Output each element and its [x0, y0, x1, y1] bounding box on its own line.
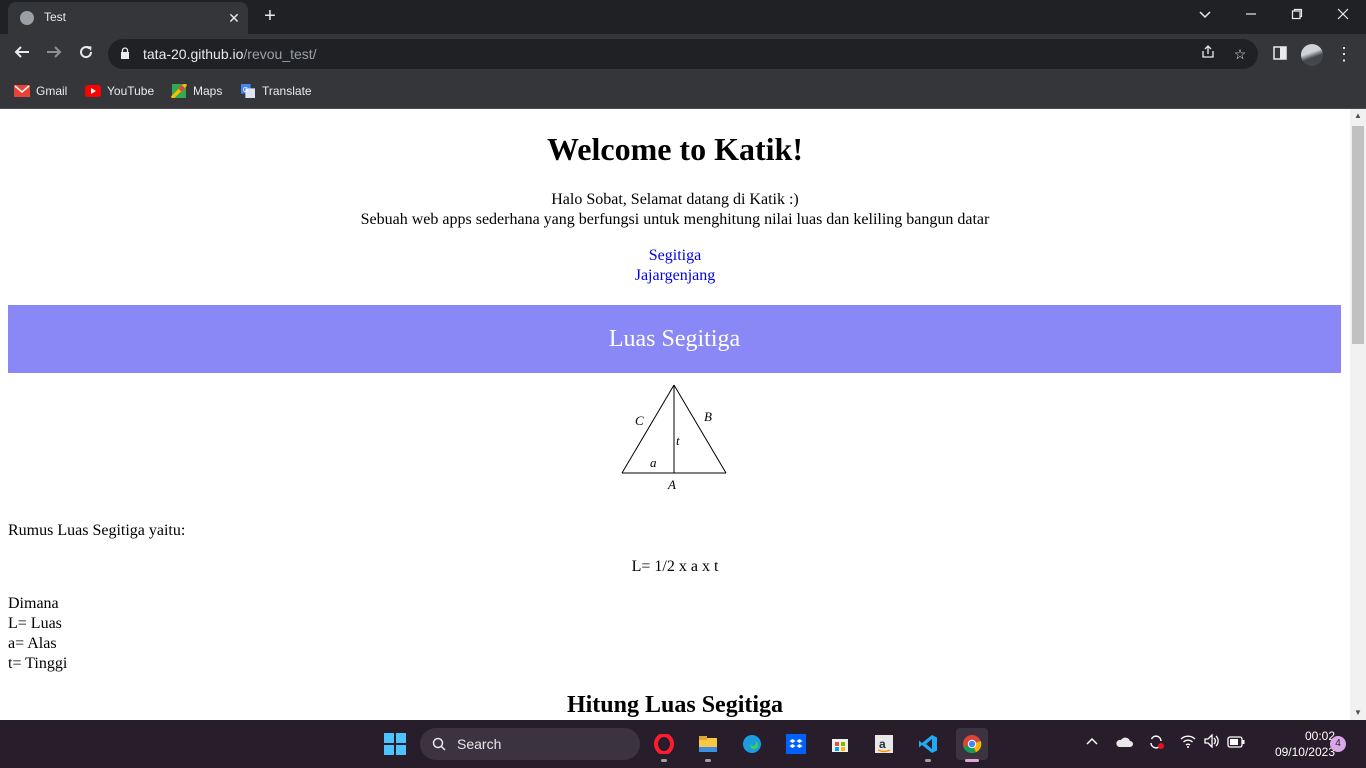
browser-tab[interactable]: Test ✕: [8, 2, 248, 34]
link-segitiga[interactable]: Segitiga: [649, 247, 701, 264]
triangle-side-c: [621, 384, 675, 474]
maps-icon: [171, 84, 187, 98]
system-clock[interactable]: 00:02 09/10/2023: [1255, 728, 1335, 760]
opera-icon[interactable]: [648, 728, 680, 762]
bookmark-maps[interactable]: Maps: [171, 82, 222, 100]
translate-icon: G: [241, 84, 255, 98]
taskbar-search[interactable]: Search: [420, 728, 640, 760]
taskbar: Search a 00:02 09/10/2023 4: [0, 720, 1366, 768]
search-icon: [432, 737, 446, 751]
bookmark-star-icon[interactable]: ☆: [1230, 44, 1250, 64]
tab-search-icon[interactable]: [1182, 0, 1228, 30]
page-viewport: Welcome to Katik! Halo Sobat, Selamat da…: [0, 109, 1350, 720]
reload-icon[interactable]: [72, 40, 100, 68]
tab-strip: Test ✕ +: [0, 0, 1366, 34]
onedrive-icon[interactable]: [1114, 734, 1134, 754]
url-path: /revou_test/: [243, 46, 317, 62]
svg-text:G: G: [243, 87, 248, 94]
label-base-a: A: [667, 477, 676, 492]
bookmark-label: Gmail: [36, 84, 68, 98]
amazon-icon[interactable]: a: [868, 728, 900, 760]
back-icon[interactable]: [8, 40, 36, 68]
bookmark-youtube[interactable]: YouTube: [85, 82, 154, 100]
share-icon[interactable]: [1198, 44, 1218, 64]
notification-badge[interactable]: 4: [1330, 736, 1346, 752]
battery-icon[interactable]: [1226, 734, 1246, 754]
svg-text:a: a: [879, 737, 886, 751]
link-jajargenjang[interactable]: Jajargenjang: [635, 267, 716, 284]
profile-avatar[interactable]: [1301, 44, 1323, 66]
url-domain: tata-20.github.io: [143, 46, 244, 62]
tab-title: Test: [44, 10, 67, 24]
browser-toolbar: tata-20.github.io/revou_test/ ☆ ⋮: [0, 34, 1366, 74]
intro-line-1: Halo Sobat, Selamat datang di Katik :): [551, 191, 799, 208]
lock-icon[interactable]: [120, 47, 130, 59]
restore-icon[interactable]: [1274, 0, 1320, 30]
intro-text: Halo Sobat, Selamat datang di Katik :) S…: [0, 190, 1350, 230]
wifi-icon[interactable]: [1178, 734, 1198, 754]
bookmarks-bar: Gmail YouTube Maps G Translate: [0, 74, 1366, 109]
volume-icon[interactable]: [1202, 733, 1222, 754]
minimize-icon[interactable]: [1228, 0, 1274, 30]
sync-icon[interactable]: [1146, 734, 1166, 754]
calc-heading: Hitung Luas Segitiga: [566, 692, 784, 718]
address-bar[interactable]: tata-20.github.io/revou_test/ ☆: [108, 39, 1258, 69]
forward-icon[interactable]: [40, 40, 68, 68]
gmail-icon: [14, 85, 30, 97]
url-text[interactable]: tata-20.github.io/revou_test/: [143, 46, 317, 62]
definition-item: Dimana: [8, 595, 59, 612]
bookmark-label: Translate: [262, 84, 312, 98]
scroll-thumb[interactable]: [1352, 126, 1364, 344]
windows-start-icon[interactable]: [384, 733, 406, 755]
definition-item: L= Luas: [8, 615, 62, 632]
search-label: Search: [457, 736, 502, 752]
side-panel-icon[interactable]: [1266, 40, 1294, 68]
clock-time: 00:02: [1304, 729, 1335, 743]
menu-kebab-icon[interactable]: ⋮: [1330, 40, 1358, 68]
chrome-icon[interactable]: [956, 728, 988, 762]
youtube-icon: [85, 85, 101, 97]
edge-icon[interactable]: [736, 728, 768, 760]
globe-icon: [20, 11, 34, 25]
vscode-icon[interactable]: [912, 728, 944, 762]
clock-date: 09/10/2023: [1274, 745, 1335, 759]
bookmark-label: YouTube: [107, 84, 155, 98]
dropbox-icon[interactable]: [780, 728, 812, 760]
label-c: C: [635, 413, 644, 428]
bookmark-label: Maps: [193, 84, 223, 98]
label-b: B: [704, 409, 712, 424]
formula-intro: Rumus Luas Segitiga yaitu:: [8, 522, 186, 539]
page-title: Welcome to Katik!: [547, 131, 803, 167]
intro-line-2: Sebuah web apps sederhana yang berfungsi…: [360, 211, 990, 228]
scroll-up-icon[interactable]: ▲: [1350, 109, 1366, 123]
new-tab-button[interactable]: +: [258, 5, 282, 29]
formula-text: L= 1/2 x a x t: [631, 558, 719, 575]
section-banner: Luas Segitiga: [8, 305, 1341, 373]
label-t: t: [676, 433, 680, 448]
triangle-figure: C B t a A: [621, 384, 727, 492]
store-icon[interactable]: [824, 728, 856, 760]
chevron-up-icon[interactable]: [1082, 734, 1102, 754]
file-explorer-icon[interactable]: [692, 728, 724, 762]
definition-item: t= Tinggi: [8, 655, 68, 672]
shape-links: Segitiga Jajargenjang: [0, 246, 1350, 286]
definition-item: a= Alas: [8, 635, 57, 652]
scroll-down-icon[interactable]: ▼: [1350, 706, 1366, 720]
bookmark-translate[interactable]: G Translate: [240, 82, 312, 100]
bookmark-gmail[interactable]: Gmail: [14, 82, 67, 100]
label-a: a: [650, 455, 657, 470]
definition-list: Dimana L= Luas a= Alas t= Tinggi: [8, 594, 67, 674]
page-scrollbar[interactable]: ▲ ▼: [1350, 109, 1366, 720]
close-tab-icon[interactable]: ✕: [224, 8, 244, 28]
close-window-icon[interactable]: [1320, 0, 1366, 30]
triangle-side-b: [673, 384, 727, 474]
